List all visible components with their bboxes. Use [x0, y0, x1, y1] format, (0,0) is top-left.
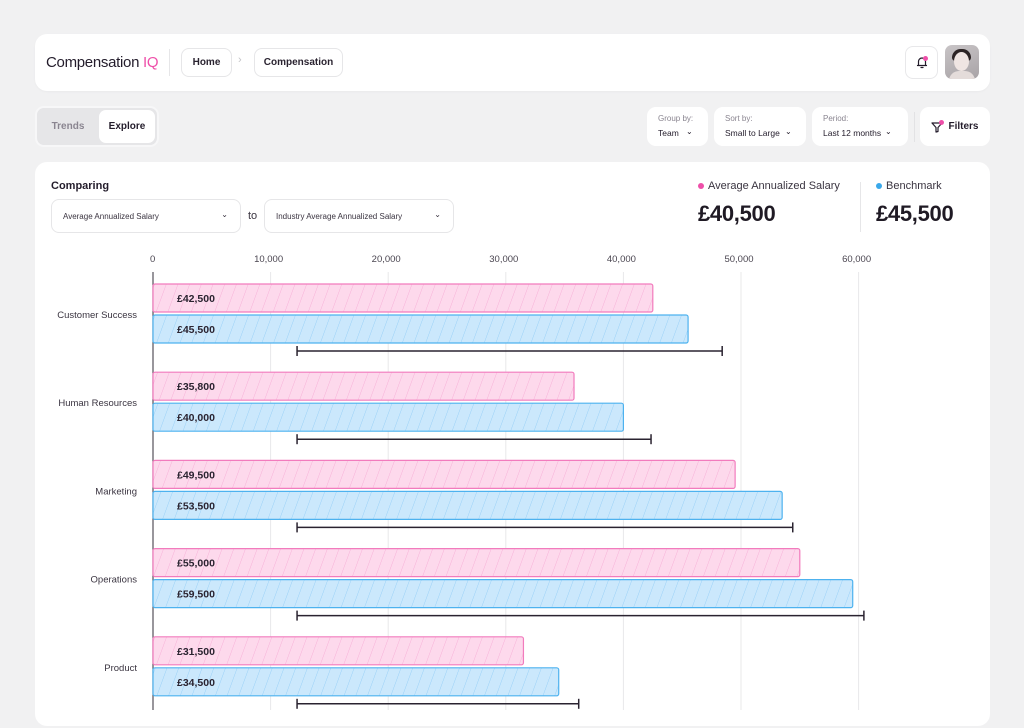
- period-value: Last 12 months: [823, 128, 882, 138]
- bar-outline: [152, 490, 783, 520]
- logo-text: Compensation: [46, 54, 140, 71]
- sort-by-dropdown[interactable]: Sort by: Small to Large ⌄: [714, 107, 806, 146]
- bar-outline: [152, 548, 801, 578]
- bar-value-label: £49,500: [177, 469, 215, 481]
- bar-value-label: £55,000: [177, 558, 215, 570]
- sort-by-label: Sort by:: [725, 114, 753, 123]
- divider: [169, 49, 170, 76]
- unread-badge: [923, 56, 928, 61]
- category-label: Customer Success: [57, 310, 137, 321]
- breadcrumb-separator-icon: ›: [238, 54, 242, 66]
- sort-by-value: Small to Large: [725, 128, 780, 138]
- breadcrumb-home[interactable]: Home: [181, 48, 232, 77]
- app-logo[interactable]: Compensation IQ: [46, 54, 159, 71]
- bar-outline: [152, 402, 624, 432]
- filters-button[interactable]: Filters: [920, 107, 990, 146]
- bar-outline: [152, 314, 689, 344]
- filter-icon: [931, 119, 945, 133]
- tab-explore[interactable]: Explore: [99, 110, 155, 143]
- category-label: Marketing: [95, 486, 137, 497]
- bar-value-label: £31,500: [177, 646, 215, 658]
- period-dropdown[interactable]: Period: Last 12 months ⌄: [812, 107, 908, 146]
- bar-value-label: £45,500: [177, 324, 215, 336]
- bar-value-label: £35,800: [177, 381, 215, 393]
- tab-trends[interactable]: Trends: [39, 110, 97, 143]
- bar-outline: [152, 283, 654, 313]
- group-by-dropdown[interactable]: Group by: Team ⌄: [647, 107, 708, 146]
- breadcrumb-compensation[interactable]: Compensation: [254, 48, 343, 77]
- bar-value-label: £59,500: [177, 589, 215, 601]
- x-tick-label: 40,000: [607, 254, 636, 265]
- bar-outline: [152, 459, 736, 489]
- bar-value-label: £53,500: [177, 500, 215, 512]
- chevron-down-icon: ⌄: [686, 127, 693, 136]
- bar-outline: [152, 579, 854, 609]
- bar-value-label: £42,500: [177, 293, 215, 305]
- x-tick-label: 0: [150, 254, 155, 265]
- filters-label: Filters: [948, 121, 979, 132]
- bar-value-label: £34,500: [177, 677, 215, 689]
- bar-value-label: £40,000: [177, 412, 215, 424]
- period-label: Period:: [823, 114, 849, 123]
- group-by-value: Team: [658, 128, 679, 138]
- x-tick-label: 50,000: [724, 254, 753, 265]
- top-navigation-bar: Compensation IQ Home › Compensation: [35, 34, 990, 91]
- bar-chart: 0 10,000 20,000 30,000 40,000 50,000 60,000 Cu…: [57, 254, 871, 710]
- notifications-button[interactable]: [905, 46, 938, 79]
- divider: [914, 112, 915, 142]
- x-tick-label: 20,000: [372, 254, 401, 265]
- chart-card: Comparing Average Annualized Salary ⌄ to…: [35, 162, 990, 726]
- logo-accent: IQ: [143, 54, 159, 71]
- chevron-down-icon: ⌄: [885, 127, 892, 136]
- bar-outline: [152, 371, 575, 401]
- x-tick-label: 60,000: [842, 254, 871, 265]
- x-tick-label: 10,000: [254, 254, 283, 265]
- view-tabs: Trends Explore: [35, 106, 159, 147]
- category-label: Operations: [91, 575, 138, 586]
- group-by-label: Group by:: [658, 114, 694, 123]
- category-label: Human Resources: [58, 398, 137, 409]
- category-label: Product: [104, 663, 137, 674]
- user-avatar[interactable]: [945, 45, 979, 79]
- chevron-down-icon: ⌄: [785, 127, 792, 136]
- x-tick-label: 30,000: [489, 254, 518, 265]
